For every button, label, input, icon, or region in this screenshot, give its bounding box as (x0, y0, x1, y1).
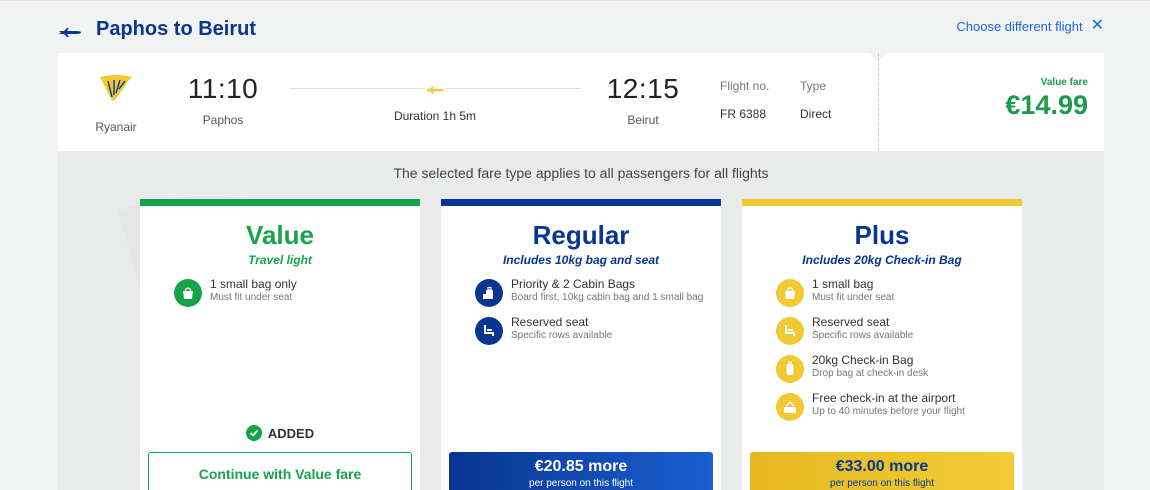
flight-header: Paphos to Beirut Choose different flight… (58, 16, 1106, 46)
choose-different-flight-link[interactable]: Choose different flight ✕ (956, 18, 1104, 34)
continue-value-fare-button[interactable]: Continue with Value fare (148, 452, 412, 490)
select-regular-fare-button[interactable]: €20.85 more per person on this flight (449, 452, 713, 490)
fare-feature: Free check-in at the airport Up to 40 mi… (776, 391, 1022, 421)
feature-title: 20kg Check-in Bag (812, 353, 914, 367)
feature-subtitle: Board first, 10kg cabin bag and 1 small … (511, 292, 704, 303)
flight-summary-card: Ryanair 11:10 Paphos Duration 1h 5m 12:1… (58, 46, 1104, 151)
regular-price: €20.85 more (534, 458, 628, 475)
selected-fare-price: Value fare €14.99 (1005, 77, 1088, 121)
check-circle-icon (245, 425, 262, 441)
feature-subtitle: Up to 40 minutes before your flight (812, 406, 965, 417)
feature-subtitle: Drop bag at check-in desk (812, 368, 929, 379)
feature-title: Priority & 2 Cabin Bags (511, 277, 636, 291)
airport-checkin-icon (776, 393, 804, 421)
feature-subtitle: Must fit under seat (210, 292, 293, 303)
selected-fare-amount: €14.99 (1005, 90, 1088, 120)
seat-icon (475, 317, 503, 345)
fare-selection-area: The selected fare type applies to all pa… (58, 151, 1104, 490)
feature-subtitle: Specific rows available (511, 330, 613, 341)
flight-type-label: Type (800, 79, 827, 93)
value-card-accent (140, 199, 420, 206)
arrival-block: 12:15 Beirut (603, 73, 683, 127)
close-icon: ✕ (1090, 17, 1104, 34)
plane-icon (59, 28, 81, 37)
fare-tagline: Includes 10kg bag and seat (502, 253, 660, 267)
plus-price: €33.00 more (835, 458, 929, 475)
feature-title: Reserved seat (511, 315, 589, 329)
departure-time: 11:10 (187, 73, 259, 104)
fare-feature: 1 small bag only Must fit under seat (174, 277, 420, 307)
selected-fare-label: Value fare (1040, 77, 1088, 88)
fare-name: Plus (854, 220, 910, 250)
ticket-divider (878, 53, 879, 151)
fare-card-plus[interactable]: Plus Includes 20kg Check-in Bag 1 small … (742, 199, 1022, 490)
choose-different-flight-label: Choose different flight (956, 18, 1083, 34)
flight-type-block: Type Direct (800, 79, 831, 121)
select-plus-fare-button[interactable]: €33.00 more per person on this flight (750, 452, 1014, 490)
added-label: ADDED (267, 425, 315, 441)
fare-name: Regular (532, 220, 630, 250)
top-rule (0, 0, 1150, 1)
feature-title: 1 small bag only (210, 277, 297, 291)
regular-card-accent (441, 199, 721, 206)
fare-feature: Priority & 2 Cabin Bags Board first, 10k… (475, 277, 721, 307)
flight-number: FR 6388 (720, 107, 767, 121)
flight-type: Direct (800, 107, 832, 121)
seat-icon (776, 317, 804, 345)
fare-name: Value (246, 220, 314, 250)
feature-subtitle: Specific rows available (812, 330, 914, 341)
added-indicator: ADDED (140, 425, 420, 441)
fare-feature: 20kg Check-in Bag Drop bag at check-in d… (776, 353, 1022, 383)
cabin-bags-icon (475, 279, 503, 307)
flight-number-label: Flight no. (720, 79, 770, 93)
feature-title: Reserved seat (812, 315, 890, 329)
ryanair-harp-logo-icon (100, 75, 132, 101)
fare-feature: Reserved seat Specific rows available (475, 315, 721, 345)
fare-feature: 1 small bag Must fit under seat (776, 277, 1022, 307)
fare-feature: Reserved seat Specific rows available (776, 315, 1022, 345)
arrival-time: 12:15 (606, 73, 680, 104)
feature-title: Free check-in at the airport (812, 391, 956, 405)
airline-block: Ryanair (86, 71, 146, 134)
regular-price-note: per person on this flight (529, 478, 633, 489)
checkin-bag-icon (776, 355, 804, 383)
small-bag-icon (776, 279, 804, 307)
fare-tagline: Includes 20kg Check-in Bag (802, 253, 962, 267)
fare-card-regular[interactable]: Regular Includes 10kg bag and seat Prior… (441, 199, 721, 490)
fare-tagline: Travel light (248, 253, 312, 267)
plus-price-note: per person on this flight (830, 478, 934, 489)
plus-card-accent (742, 199, 1022, 206)
feature-subtitle: Must fit under seat (812, 292, 895, 303)
airline-name: Ryanair (95, 120, 137, 134)
flight-number-block: Flight no. FR 6388 (720, 79, 769, 121)
small-bag-icon (174, 279, 202, 307)
departure-block: 11:10 Paphos (183, 73, 263, 127)
route-title: Paphos to Beirut (96, 18, 257, 40)
flight-duration: Duration 1h 5m (393, 109, 477, 123)
plane-icon (425, 81, 445, 95)
feature-title: 1 small bag (812, 277, 874, 291)
departure-city: Paphos (202, 113, 244, 127)
arrival-city: Beirut (627, 113, 659, 127)
fare-card-value[interactable]: Value Travel light 1 small bag only Must… (140, 199, 420, 490)
fare-notice: The selected fare type applies to all pa… (393, 165, 769, 181)
